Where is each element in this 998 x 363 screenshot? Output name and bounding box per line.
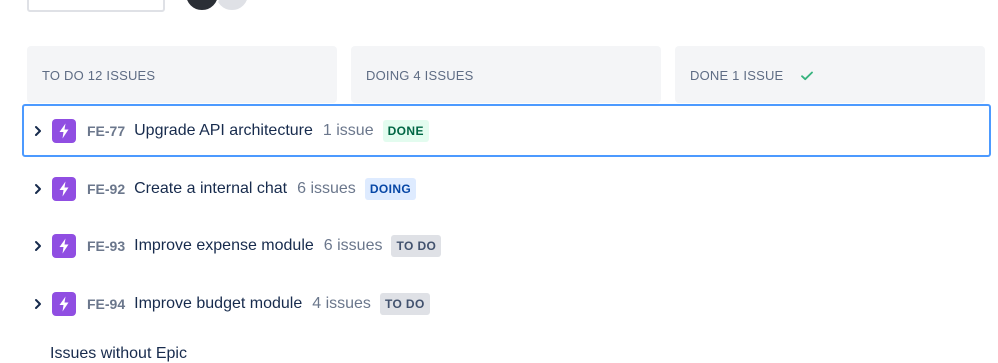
column-header-label: DONE 1 ISSUE bbox=[690, 68, 784, 83]
chevron-right-icon[interactable] bbox=[30, 296, 46, 312]
epic-key[interactable]: FE-77 bbox=[87, 123, 125, 139]
epic-issue-count: 4 issues bbox=[312, 294, 371, 312]
lightning-bolt-icon bbox=[52, 291, 76, 316]
epic-summary[interactable]: Improve budget module bbox=[134, 295, 302, 313]
chevron-right-icon[interactable] bbox=[30, 181, 46, 197]
epic-issue-count: 1 issue bbox=[322, 121, 374, 139]
epic-key[interactable]: FE-92 bbox=[87, 181, 125, 197]
epic-summary[interactable]: Upgrade API architecture bbox=[134, 122, 313, 140]
lightning-bolt-icon bbox=[52, 233, 76, 258]
column-header-done: DONE 1 ISSUE bbox=[675, 46, 985, 103]
status-badge: DOING bbox=[364, 177, 417, 200]
column-header-doing: DOING 4 ISSUES bbox=[351, 46, 661, 103]
status-badge: TO DO bbox=[379, 292, 430, 315]
epic-summary[interactable]: Create a internal chat bbox=[134, 180, 287, 198]
column-header-todo: TO DO 12 ISSUES bbox=[27, 46, 337, 103]
avatar[interactable] bbox=[184, 0, 220, 12]
chevron-right-icon[interactable] bbox=[30, 238, 46, 254]
epic-row[interactable]: FE-94 Improve budget module 4 issues TO … bbox=[22, 277, 991, 330]
issues-without-epic-label[interactable]: Issues without Epic bbox=[50, 345, 187, 363]
epic-issue-count: 6 issues bbox=[323, 236, 383, 254]
column-header-label: TO DO 12 ISSUES bbox=[42, 68, 156, 83]
lightning-bolt-icon bbox=[52, 176, 76, 201]
epic-key[interactable]: FE-94 bbox=[87, 296, 125, 312]
status-badge: TO DO bbox=[391, 234, 442, 257]
status-badge: DONE bbox=[382, 119, 429, 142]
epic-row[interactable]: FE-93 Improve expense module 6 issues TO… bbox=[22, 219, 991, 272]
search-input[interactable] bbox=[27, 0, 165, 12]
epic-key[interactable]: FE-93 bbox=[87, 238, 125, 254]
column-header-label: DOING 4 ISSUES bbox=[366, 68, 474, 83]
avatar[interactable] bbox=[214, 0, 250, 12]
epic-row[interactable]: FE-77 Upgrade API architecture 1 issue D… bbox=[22, 104, 991, 157]
check-icon bbox=[801, 69, 814, 84]
lightning-bolt-icon bbox=[52, 118, 76, 143]
epic-row[interactable]: FE-92 Create a internal chat 6 issues DO… bbox=[22, 162, 991, 215]
epic-summary[interactable]: Improve expense module bbox=[134, 237, 314, 255]
epic-issue-count: 6 issues bbox=[297, 179, 356, 197]
chevron-right-icon[interactable] bbox=[30, 123, 46, 139]
